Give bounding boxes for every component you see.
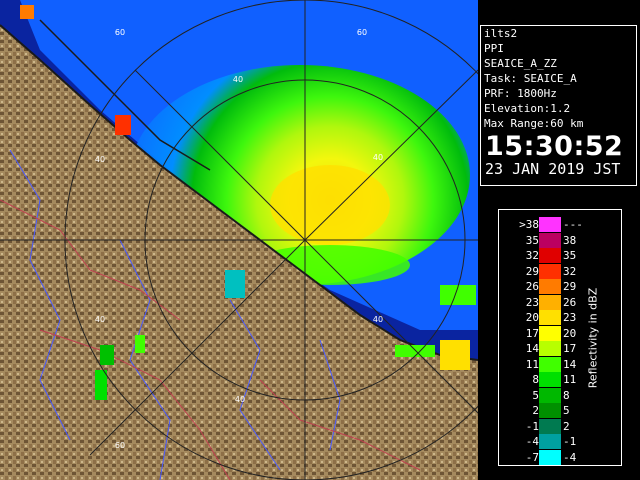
range-label: 40 [235, 395, 245, 404]
radar-image: 60 40 40 40 40 40 60 40 60 [0, 0, 478, 480]
legend-row: 14 17 [511, 341, 583, 357]
legend-row-high-value: --- [563, 218, 583, 231]
legend-row: 58 [511, 387, 583, 404]
range-label: 40 [95, 155, 105, 164]
scan-time: 15:30:52 [485, 131, 624, 162]
legend-color-swatch [539, 310, 561, 325]
legend-row-low-value: 8 [532, 373, 539, 386]
legend-row-low-value: >38 [519, 218, 539, 231]
range-label: 60 [115, 28, 125, 37]
legend-row-low-value: 26 [525, 280, 539, 293]
legend-color-swatch [539, 356, 561, 372]
legend-color-swatch [539, 325, 561, 341]
legend-row-low-value: 5 [532, 388, 539, 402]
legend-row-high-value: -1 [563, 435, 577, 448]
legend-row-low-value: 23 [525, 295, 539, 309]
legend-row: 11 14 [511, 356, 583, 373]
legend-color-swatch [539, 403, 561, 418]
scan-mode: PPI [484, 42, 504, 55]
legend-row: 23 26 [511, 294, 583, 311]
legend-color-swatch [539, 279, 561, 294]
legend-row: 35 38 [511, 232, 583, 249]
range-label: 60 [115, 441, 125, 450]
legend-color-swatch [539, 232, 561, 248]
legend-row-high-value: 26 [563, 295, 577, 309]
legend-row: 29 32 [511, 263, 583, 280]
legend-row-low-value: 20 [525, 311, 539, 324]
elevation-value: Elevation:1.2 [484, 102, 571, 115]
legend-color-swatch [539, 387, 561, 403]
range-label: 40 [373, 315, 383, 324]
legend-row-high-value: 29 [563, 280, 577, 293]
scan-info-panel: ilts2 PPI SEAICE_A_ZZ Task: SEAICE_A PRF… [480, 25, 637, 186]
legend-row-high-value: 11 [563, 373, 577, 386]
legend-row: 32 35 [511, 248, 583, 264]
legend-row: >38 --- [511, 217, 583, 233]
max-range-value: Max Range:60 km [484, 117, 584, 130]
product-name: SEAICE_A_ZZ [484, 57, 557, 70]
range-label: 60 [357, 28, 367, 37]
legend-color-swatch [539, 449, 561, 465]
legend-row-high-value: 5 [563, 404, 570, 417]
legend-row-high-value: 20 [563, 326, 577, 340]
reflectivity-legend: >38 --- 35 38 32 35 29 32 26 29 23 26 20 23 17 20 14 17 11… [498, 209, 622, 466]
legend-color-swatch [539, 341, 561, 356]
legend-row-high-value: 23 [563, 311, 577, 324]
legend-row-low-value: -7 [525, 450, 539, 464]
legend-row: 25 [511, 403, 583, 419]
scan-date: 23 JAN 2019 JST [485, 160, 621, 178]
legend-row-low-value: 29 [525, 264, 539, 278]
legend-color-swatch [539, 372, 561, 387]
prf-value: PRF: 1800Hz [484, 87, 557, 100]
legend-row-low-value: 14 [525, 342, 539, 355]
legend-row-low-value: 11 [525, 357, 539, 371]
legend-color-swatch [539, 217, 561, 232]
legend-row-low-value: 35 [525, 233, 539, 247]
legend-row-low-value: 32 [525, 249, 539, 262]
legend-row-high-value: -4 [563, 450, 577, 464]
legend-color-swatch [539, 248, 561, 263]
station-name: ilts2 [484, 27, 518, 40]
legend-row-high-value: 38 [563, 233, 577, 247]
legend-row-low-value: -4 [525, 435, 539, 448]
radar-ppi-display[interactable]: 60 40 40 40 40 40 60 40 60 [0, 0, 478, 480]
legend-row: 26 29 [511, 279, 583, 295]
legend-row-high-value: 32 [563, 264, 577, 278]
legend-row: 8 11 [511, 372, 583, 388]
legend-row-high-value: 2 [563, 419, 570, 433]
legend-row-high-value: 17 [563, 342, 577, 355]
legend-color-swatch [539, 263, 561, 279]
legend-row: 17 20 [511, 325, 583, 342]
legend-row: -7 -4 [511, 449, 583, 466]
legend-row: -4 -1 [511, 434, 583, 450]
legend-row-low-value: 17 [525, 326, 539, 340]
range-label: 40 [95, 315, 105, 324]
legend-rows: >38 --- 35 38 32 35 29 32 26 29 23 26 20 23 17 20 14 17 11… [511, 217, 583, 465]
legend-color-swatch [539, 434, 561, 449]
range-label: 40 [373, 153, 383, 162]
range-label: 40 [233, 75, 243, 84]
legend-title: Reflectivity in dBZ [586, 287, 600, 389]
legend-row-high-value: 35 [563, 249, 577, 262]
task-name: Task: SEAICE_A [484, 72, 577, 85]
legend-row: -1 2 [511, 418, 583, 435]
legend-row-high-value: 14 [563, 357, 577, 371]
legend-row-low-value: 2 [532, 404, 539, 417]
legend-color-swatch [539, 418, 561, 434]
echo-peak [270, 165, 390, 245]
legend-color-swatch [539, 294, 561, 310]
legend-row-high-value: 8 [563, 388, 570, 402]
legend-row-low-value: -1 [525, 419, 539, 433]
legend-row: 20 23 [511, 310, 583, 326]
